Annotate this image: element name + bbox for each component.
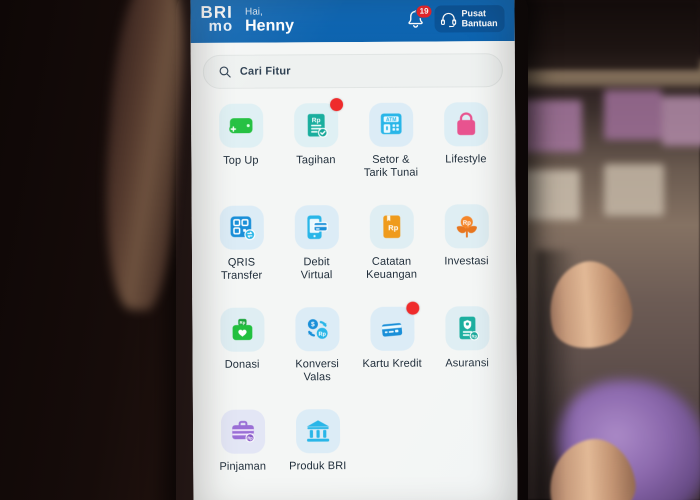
svg-text:Rp: Rp xyxy=(471,334,477,339)
donation-bag-icon: Rp xyxy=(219,307,265,352)
menu-item-label: Kartu Kredit xyxy=(362,357,422,370)
menu-item-top-up[interactable]: Top Up xyxy=(203,101,279,199)
menu-item-donasi[interactable]: Rp Donasi xyxy=(204,305,280,403)
menu-item-label: Top Up xyxy=(223,154,259,167)
feature-menu-grid: Top Up Rp Tagihan ATM Setor & Tarik Tunai… xyxy=(203,98,505,500)
help-line-2: Bantuan xyxy=(461,17,498,28)
app-header: BRI mo Hai, Henny 19 Pusat Bantuan xyxy=(190,0,515,43)
menu-item-label: Produk BRI xyxy=(289,460,347,473)
svg-text:Rp: Rp xyxy=(318,332,326,338)
brand-mo: mo xyxy=(208,17,234,35)
menu-item-label: Pinjaman xyxy=(219,460,267,473)
brimo-logo: BRI mo xyxy=(200,2,234,36)
menu-item-label: Asuransi xyxy=(445,357,489,370)
brimo-app: BRI mo Hai, Henny 19 Pusat Bantuan Cari … xyxy=(190,0,518,500)
greeting-label: Hai, xyxy=(244,6,263,18)
shopping-bag-icon xyxy=(443,102,488,147)
help-center-label: Pusat Bantuan xyxy=(461,8,498,28)
svg-text:Rp: Rp xyxy=(311,117,320,124)
menu-item-produk-bri[interactable]: Produk BRI xyxy=(280,407,356,500)
notification-badge: 19 xyxy=(415,4,433,19)
svg-text:Rp: Rp xyxy=(388,223,398,232)
menu-item-badge xyxy=(405,301,419,315)
app-content: Cari Fitur Top Up Rp Tagihan ATM Setor &… xyxy=(190,41,518,500)
phone-screen: BRI mo Hai, Henny 19 Pusat Bantuan Cari … xyxy=(190,0,518,500)
menu-item-lifestyle[interactable]: Lifestyle xyxy=(428,100,504,198)
menu-item-catatan-keuangan[interactable]: Rp Catatan Keuangan xyxy=(354,203,430,301)
menu-item-tagihan[interactable]: Rp Tagihan xyxy=(278,98,354,199)
notification-button[interactable]: 19 xyxy=(404,4,433,30)
menu-item-label: Konversi Valas xyxy=(295,358,339,383)
menu-item-label: Setor & Tarik Tunai xyxy=(363,153,419,179)
photo-scene: BRI mo Hai, Henny 19 Pusat Bantuan Cari … xyxy=(0,0,700,500)
menu-item-konversi-valas[interactable]: $ Rp Konversi Valas xyxy=(279,305,355,403)
qr-transfer-icon xyxy=(219,205,264,250)
svg-text:Rp: Rp xyxy=(462,221,470,227)
phone-card-icon xyxy=(294,205,339,250)
wallet-plus-icon xyxy=(218,103,263,148)
menu-item-qris-transfer[interactable]: QRIS Transfer xyxy=(204,203,280,301)
user-name: Henny xyxy=(245,17,295,35)
greeting-block: Hai, Henny xyxy=(245,7,405,36)
menu-item-kartu-kredit[interactable]: Kartu Kredit xyxy=(354,301,430,403)
menu-item-badge xyxy=(329,98,343,112)
svg-text:ATM: ATM xyxy=(385,117,396,123)
atm-machine-icon: ATM xyxy=(368,102,413,147)
menu-item-setor-tarik-tunai[interactable]: ATM Setor & Tarik Tunai xyxy=(353,101,429,199)
menu-item-investasi[interactable]: Rp Investasi xyxy=(429,202,505,300)
bank-building-icon xyxy=(295,409,340,454)
svg-text:$: $ xyxy=(311,321,315,328)
search-placeholder: Cari Fitur xyxy=(239,65,291,78)
menu-item-label: Lifestyle xyxy=(445,153,487,166)
header-actions: 19 Pusat Bantuan xyxy=(404,4,505,34)
svg-text:Rp: Rp xyxy=(247,436,253,441)
help-center-button[interactable]: Pusat Bantuan xyxy=(434,5,505,33)
menu-item-label: Debit Virtual xyxy=(300,256,333,281)
menu-item-label: Catatan Keuangan xyxy=(366,255,418,281)
currency-exchange-icon: $ Rp xyxy=(294,307,340,352)
headset-icon xyxy=(440,12,457,27)
svg-text:Rp: Rp xyxy=(239,320,245,325)
credit-card-icon xyxy=(369,301,419,351)
menu-item-label: Investasi xyxy=(444,255,489,268)
invoice-check-icon: Rp xyxy=(293,98,343,148)
briefcase-loan-icon: Rp xyxy=(220,409,265,454)
menu-item-pinjaman[interactable]: Rp Pinjaman xyxy=(205,407,281,500)
investment-plant-icon: Rp xyxy=(444,204,489,249)
menu-item-debit-virtual[interactable]: Debit Virtual xyxy=(279,203,355,301)
menu-item-label: Donasi xyxy=(224,358,260,371)
search-icon xyxy=(219,66,231,78)
menu-item-label: QRIS Transfer xyxy=(220,256,263,282)
insurance-doc-icon: Rp xyxy=(444,306,490,351)
search-bar[interactable]: Cari Fitur xyxy=(202,53,503,89)
menu-item-asuransi[interactable]: Rp Asuransi xyxy=(429,304,505,402)
finance-book-icon: Rp xyxy=(369,204,414,249)
menu-item-label: Tagihan xyxy=(296,154,336,167)
